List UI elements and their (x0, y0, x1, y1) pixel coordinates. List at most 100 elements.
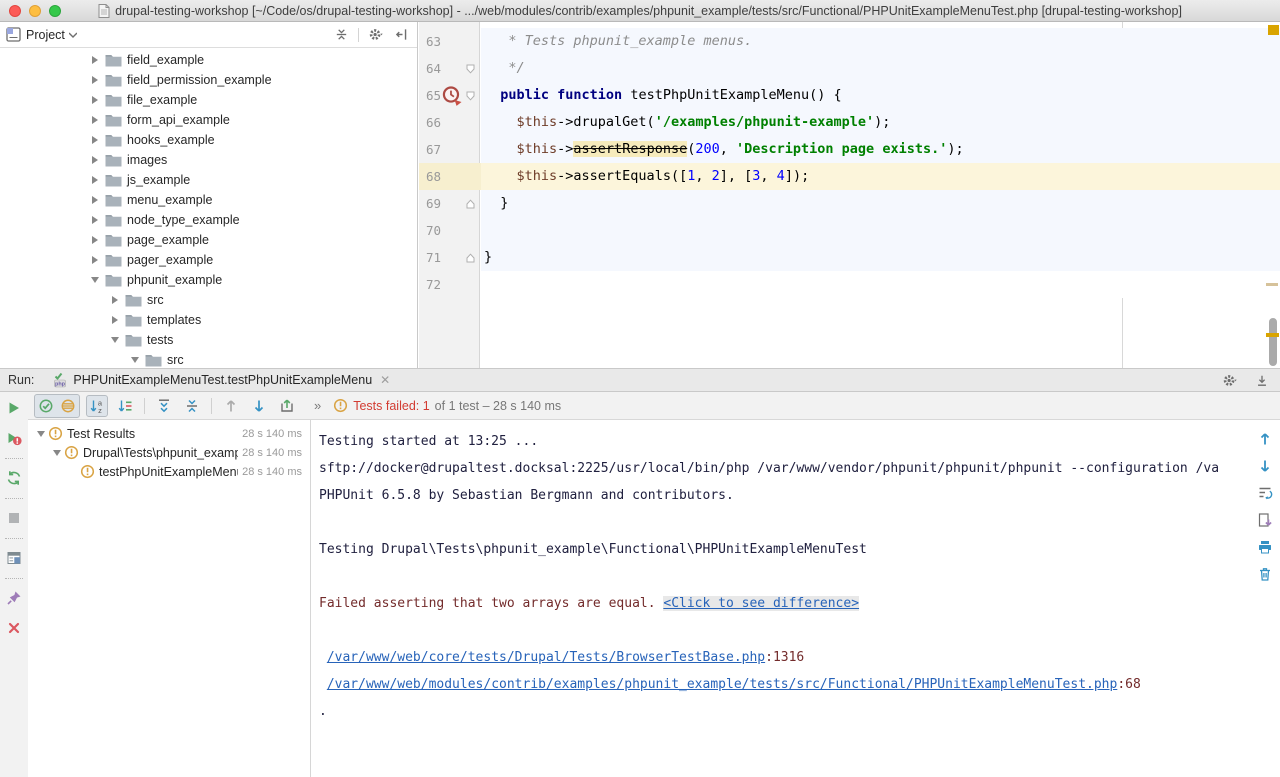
tree-item-form_api_example[interactable]: form_api_example (0, 110, 417, 130)
line-number: 63 (419, 34, 441, 49)
expanded-arrow-icon[interactable] (128, 353, 142, 367)
show-ignored-button[interactable] (57, 395, 79, 417)
project-panel-header: Project (0, 22, 417, 48)
tree-item-node_type_example[interactable]: node_type_example (0, 210, 417, 230)
stop-button[interactable] (4, 508, 24, 528)
expanded-arrow-icon[interactable] (50, 446, 64, 460)
collapsed-arrow-icon[interactable] (108, 313, 122, 327)
scroll-to-end-button[interactable] (1256, 511, 1274, 529)
tree-item-hooks_example[interactable]: hooks_example (0, 130, 417, 150)
restore-layout-button[interactable] (4, 548, 24, 568)
settings-gear-button[interactable] (367, 26, 385, 44)
fold-marker-icon[interactable] (463, 253, 477, 263)
line-number: 66 (419, 115, 441, 130)
test-tree-item[interactable]: Drupal\Tests\phpunit_example\Functional\… (28, 443, 310, 462)
tree-item-phpunit_example[interactable]: phpunit_example (0, 270, 417, 290)
collapsed-arrow-icon[interactable] (88, 193, 102, 207)
rerun-button[interactable] (4, 398, 24, 418)
collapsed-arrow-icon[interactable] (88, 73, 102, 87)
code-line-text[interactable]: } (481, 244, 1280, 271)
tree-item-src[interactable]: src (0, 290, 417, 310)
stacktrace-file-link[interactable]: /var/www/web/modules/contrib/examples/ph… (327, 677, 1118, 692)
collapsed-arrow-icon[interactable] (88, 233, 102, 247)
close-window-button[interactable] (9, 5, 21, 17)
tree-item-label: js_example (127, 173, 190, 187)
soft-wrap-button[interactable] (1256, 484, 1274, 502)
code-line-text[interactable]: * Tests phpunit_example menus. (481, 28, 1280, 55)
test-console[interactable]: Testing started at 13:25 ...sftp://docke… (312, 420, 1280, 777)
zoom-window-button[interactable] (49, 5, 61, 17)
show-passed-button[interactable] (35, 395, 57, 417)
run-configuration-tab[interactable]: php PHPUnitExampleMenuTest.testPhpUnitEx… (46, 369, 396, 392)
tree-item-page_example[interactable]: page_example (0, 230, 417, 250)
minimize-panel-button[interactable] (1252, 372, 1272, 390)
collapsed-arrow-icon[interactable] (108, 293, 122, 307)
collapse-all-button[interactable] (181, 395, 203, 417)
test-tree-item[interactable]: testPhpUnitExampleMenu28 s 140 ms (28, 462, 310, 481)
close-panel-button[interactable] (4, 618, 24, 638)
code-editor[interactable]: 63 * Tests phpunit_example menus.64 */65… (419, 22, 1280, 368)
tree-item-tests[interactable]: tests (0, 330, 417, 350)
expanded-arrow-icon[interactable] (108, 333, 122, 347)
collapsed-arrow-icon[interactable] (88, 93, 102, 107)
import-test-results-button[interactable] (276, 395, 298, 417)
collapsed-arrow-icon[interactable] (88, 153, 102, 167)
toggle-auto-test-button[interactable] (4, 468, 24, 488)
fold-marker-icon[interactable] (463, 199, 477, 209)
code-line-text[interactable]: $this->drupalGet('/examples/phpunit-exam… (481, 109, 1280, 136)
tree-item-field_permission_example[interactable]: field_permission_example (0, 70, 417, 90)
see-difference-link[interactable]: <Click to see difference> (663, 596, 859, 611)
collapsed-arrow-icon[interactable] (88, 133, 102, 147)
pin-tab-button[interactable] (4, 588, 24, 608)
clear-console-button[interactable] (1256, 565, 1274, 583)
expanded-arrow-icon[interactable] (34, 427, 48, 441)
failed-test-clock-icon[interactable] (441, 85, 463, 107)
minimize-window-button[interactable] (29, 5, 41, 17)
print-button[interactable] (1256, 538, 1274, 556)
code-line-text[interactable]: */ (481, 55, 1280, 82)
previous-failed-test-button[interactable] (220, 395, 242, 417)
fold-marker-icon[interactable] (463, 91, 477, 101)
collapsed-arrow-icon[interactable] (88, 213, 102, 227)
next-failed-test-button[interactable] (248, 395, 270, 417)
expand-all-button[interactable] (153, 395, 175, 417)
tree-item-images[interactable]: images (0, 150, 417, 170)
tree-item-file_example[interactable]: file_example (0, 90, 417, 110)
editor-scrollbar-thumb[interactable] (1269, 318, 1277, 366)
down-the-stacktrace-button[interactable] (1256, 457, 1274, 475)
phpunit-run-config-icon: php (52, 372, 68, 388)
inspection-status-square[interactable] (1268, 25, 1279, 35)
error-stripe-mark[interactable] (1266, 283, 1278, 286)
tree-item-templates[interactable]: templates (0, 310, 417, 330)
code-line-text[interactable]: $this->assertEquals([1, 2], [3, 4]); (481, 163, 1280, 190)
hide-panel-button[interactable] (393, 26, 411, 44)
code-line-text[interactable] (481, 217, 1280, 244)
collapsed-arrow-icon[interactable] (88, 113, 102, 127)
code-line-text[interactable]: $this->assertResponse(200, 'Description … (481, 136, 1280, 163)
collapse-all-button[interactable] (332, 26, 350, 44)
code-line-text[interactable]: } (481, 190, 1280, 217)
error-stripe-mark-warning[interactable] (1266, 333, 1279, 337)
more-chevrons-icon[interactable]: » (314, 398, 321, 413)
collapsed-arrow-icon[interactable] (88, 253, 102, 267)
tree-item-field_example[interactable]: field_example (0, 50, 417, 70)
test-tree-item[interactable]: Test Results28 s 140 ms (28, 424, 310, 443)
collapsed-arrow-icon[interactable] (88, 173, 102, 187)
collapsed-arrow-icon[interactable] (88, 53, 102, 67)
code-line-text[interactable] (481, 271, 1280, 298)
code-line-text[interactable]: public function testPhpUnitExampleMenu()… (481, 82, 1280, 109)
sort-by-duration-button[interactable] (114, 395, 136, 417)
fold-marker-icon[interactable] (463, 64, 477, 74)
stacktrace-file-link[interactable]: /var/www/web/core/tests/Drupal/Tests/Bro… (327, 650, 765, 665)
run-settings-gear-button[interactable] (1220, 372, 1240, 390)
expanded-arrow-icon[interactable] (88, 273, 102, 287)
tree-item-pager_example[interactable]: pager_example (0, 250, 417, 270)
rerun-failed-tests-button[interactable] (4, 428, 24, 448)
up-the-stacktrace-button[interactable] (1256, 430, 1274, 448)
tree-item-js_example[interactable]: js_example (0, 170, 417, 190)
chevron-down-icon[interactable] (69, 32, 77, 38)
close-tab-icon[interactable]: ✕ (380, 373, 390, 387)
tree-item-menu_example[interactable]: menu_example (0, 190, 417, 210)
sort-alphabetically-button[interactable]: az (86, 395, 108, 417)
tree-item-src[interactable]: src (0, 350, 417, 368)
